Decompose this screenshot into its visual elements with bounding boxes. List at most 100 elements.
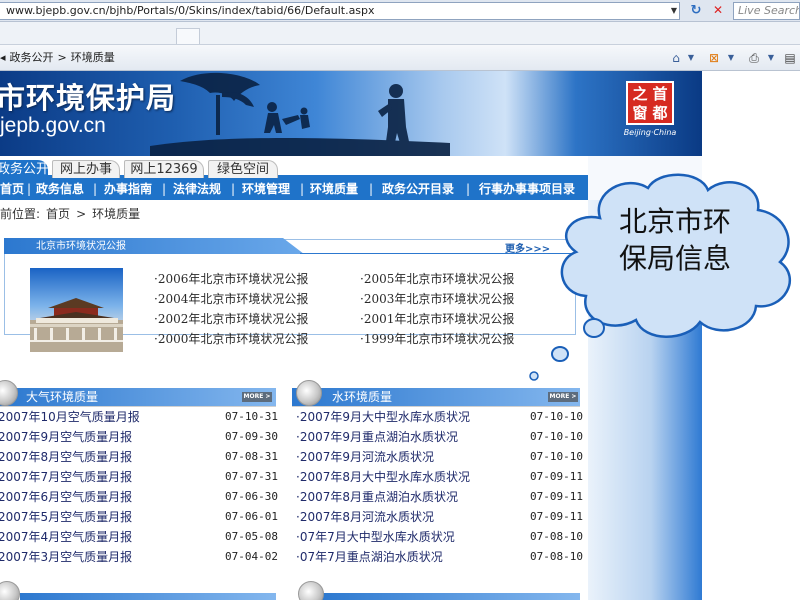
tab-online-12369[interactable]: 网上12369: [124, 160, 204, 178]
site-domain: jepb.gov.cn: [0, 114, 106, 137]
report-link-1999[interactable]: ·1999年北京市环境状况公报: [360, 329, 514, 349]
url-field[interactable]: www.bjepb.gov.cn/bjhb/Portals/0/Skins/in…: [0, 2, 680, 20]
forbidden-city-photo: [30, 268, 123, 352]
air-report-date: 07-06-01: [225, 510, 278, 523]
chevron-left-icon: ◂: [0, 51, 6, 64]
breadcrumb-current: 环境质量: [92, 207, 141, 221]
report-link-2003[interactable]: ·2003年北京市环境状况公报: [360, 289, 514, 309]
chevron-down-icon[interactable]: ▼: [726, 50, 736, 66]
report-link-2002[interactable]: ·2002年北京市环境状况公报: [154, 309, 308, 329]
banner-silhouette-illustration: [150, 72, 450, 156]
water-report-row[interactable]: ·07年7月重点湖泊水质状况: [296, 547, 443, 567]
chevron-down-icon[interactable]: ▼: [669, 3, 679, 19]
nav-separator: |: [93, 182, 98, 196]
gear-icon: [298, 581, 324, 600]
air-report-date: 07-04-02: [225, 550, 278, 563]
air-report-date: 07-10-31: [225, 410, 278, 423]
tab-online-service[interactable]: 网上办事: [52, 160, 120, 178]
report-link-2005[interactable]: ·2005年北京市环境状况公报: [360, 269, 514, 289]
air-report-date: 07-08-31: [225, 450, 278, 463]
nav-link-laws[interactable]: 法律法规: [173, 178, 221, 200]
callout-line: 北京市环: [618, 205, 731, 238]
refresh-icon[interactable]: ↻: [685, 2, 707, 20]
seal-character: 之: [632, 85, 648, 103]
water-report-row[interactable]: ·2007年8月大中型水库水质状况: [296, 467, 470, 487]
nav-link-env-management[interactable]: 环境管理: [242, 178, 290, 200]
tab-title-part: 政务公开: [9, 51, 54, 64]
nav-link-home[interactable]: 首页: [0, 178, 24, 200]
nav-link-disclosure-catalog[interactable]: 政务公开目录: [382, 178, 454, 200]
water-report-date: 07-09-11: [530, 470, 583, 483]
water-report-row[interactable]: ·2007年8月河流水质状况: [296, 507, 434, 527]
tab-green-space[interactable]: 绿色空间: [208, 160, 278, 178]
report-link-2000[interactable]: ·2000年北京市环境状况公报: [154, 329, 308, 349]
breadcrumb-separator: >: [76, 207, 87, 221]
search-input[interactable]: Live Search: [733, 2, 800, 20]
chevron-down-icon[interactable]: ▼: [766, 50, 776, 66]
report-link-2004[interactable]: ·2004年北京市环境状况公报: [154, 289, 308, 309]
home-icon[interactable]: ⌂: [668, 50, 684, 66]
air-report-date: 07-05-08: [225, 530, 278, 543]
water-report-date: 07-08-10: [530, 550, 583, 563]
air-report-row[interactable]: 2007年5月空气质量月报: [0, 507, 132, 527]
air-report-date: 07-07-31: [225, 470, 278, 483]
water-quality-title: 水环境质量: [332, 390, 393, 404]
breadcrumb: 前位置: 首页 > 环境质量: [0, 204, 588, 224]
page-menu-icon[interactable]: ▤: [782, 50, 798, 66]
water-report-row[interactable]: ·2007年8月重点湖泊水质状况: [296, 487, 458, 507]
air-report-row[interactable]: 2007年3月空气质量月报: [0, 547, 132, 567]
browser-tab-bar: [0, 22, 800, 45]
air-report-row[interactable]: 2007年9月空气质量月报: [0, 427, 132, 447]
tab-gov-affairs[interactable]: 政务公开: [0, 160, 49, 178]
water-report-date: 07-09-11: [530, 510, 583, 523]
print-icon[interactable]: ⎙: [746, 50, 762, 66]
report-link-2001[interactable]: ·2001年北京市环境状况公报: [360, 309, 514, 329]
air-quality-header: 大气环境质量 MORE >: [0, 380, 276, 406]
nav-link-guide[interactable]: 办事指南: [104, 178, 152, 200]
globe-icon: [0, 581, 20, 600]
callout-line: 保局信息: [618, 242, 731, 275]
capital-window-seal[interactable]: 首 都 之 窗: [626, 81, 674, 125]
rss-feed-icon[interactable]: ⊠: [706, 50, 722, 66]
air-report-date: 07-09-30: [225, 430, 278, 443]
air-report-row[interactable]: 2007年7月空气质量月报: [0, 467, 132, 487]
tab-title[interactable]: ◂ 政务公开 > 环境质量: [0, 45, 119, 71]
water-quality-more-button[interactable]: MORE >: [548, 392, 578, 402]
water-report-date: 07-10-10: [530, 430, 583, 443]
tab-title-separator: >: [57, 51, 67, 64]
nav-link-gov-info[interactable]: 政务信息: [36, 178, 84, 200]
air-report-date: 07-06-30: [225, 490, 278, 503]
breadcrumb-home[interactable]: 首页: [46, 207, 70, 221]
new-tab-button[interactable]: [176, 28, 200, 44]
nav-separator: |: [300, 182, 305, 196]
nav-separator: |: [231, 182, 236, 196]
water-report-row[interactable]: ·07年7月大中型水库水质状况: [296, 527, 455, 547]
air-report-row[interactable]: 2007年4月空气质量月报: [0, 527, 132, 547]
site-banner: 市环境保护局 jepb.gov.cn 首 都 之 窗 Beijing·China: [0, 71, 702, 156]
air-quality-title: 大气环境质量: [26, 390, 99, 404]
water-drop-icon: [296, 380, 322, 406]
main-nav: 首页 | 政务信息 | 办事指南 | 法律法规 | 环境管理 | 环境质量 | …: [0, 178, 588, 200]
air-report-row[interactable]: 2007年10月空气质量月报: [0, 407, 140, 427]
water-report-date: 07-10-10: [530, 410, 583, 423]
nav-separator: |: [162, 182, 167, 196]
command-bar: ◂ 政务公开 > 环境质量 ⌂ ▼ ⊠ ▼ ⎙ ▼ ▤: [0, 45, 800, 71]
water-report-row[interactable]: ·2007年9月河流水质状况: [296, 447, 434, 467]
seal-character: 首: [652, 85, 668, 103]
water-report-date: 07-08-10: [530, 530, 583, 543]
report-panel-title: 北京市环境状况公报: [36, 241, 126, 252]
report-link-2006[interactable]: ·2006年北京市环境状况公报: [154, 269, 308, 289]
water-quality-header: 水环境质量 MORE >: [292, 380, 580, 406]
air-quality-more-button[interactable]: MORE >: [242, 392, 272, 402]
chevron-down-icon[interactable]: ▼: [686, 50, 696, 66]
nav-link-env-quality[interactable]: 环境质量: [310, 178, 358, 200]
address-bar: www.bjepb.gov.cn/bjhb/Portals/0/Skins/in…: [0, 0, 800, 22]
nav-separator: |: [369, 182, 374, 196]
panel-header-bar: [318, 593, 580, 600]
water-report-row[interactable]: ·2007年9月大中型水库水质状况: [296, 407, 470, 427]
seal-caption: Beijing·China: [623, 128, 677, 137]
air-report-row[interactable]: 2007年8月空气质量月报: [0, 447, 132, 467]
air-report-row[interactable]: 2007年6月空气质量月报: [0, 487, 132, 507]
water-report-row[interactable]: ·2007年9月重点湖泊水质状况: [296, 427, 458, 447]
close-icon[interactable]: ✕: [708, 2, 728, 20]
